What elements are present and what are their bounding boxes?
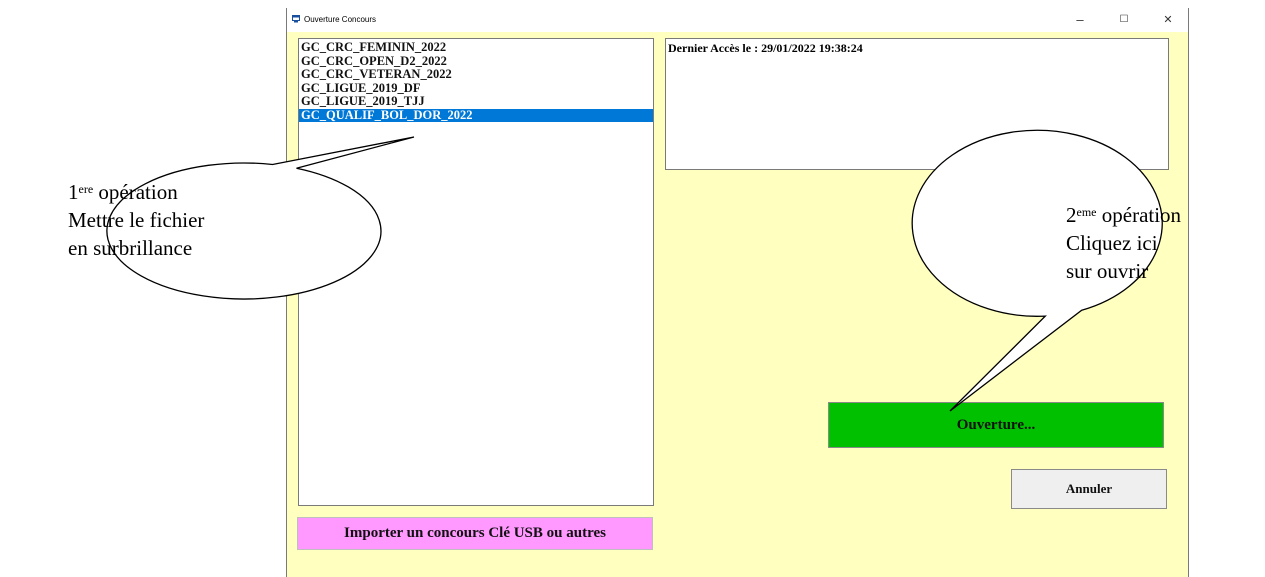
- callout-overlay: [106, 129, 1163, 412]
- callout-2-line3: sur ouvrir: [1066, 259, 1149, 283]
- callout-1-line2: Mettre le fichier: [68, 208, 205, 232]
- callout-text-second: 2eme opération Cliquez ici sur ouvrir: [1066, 201, 1181, 285]
- callout-1-sup: ere: [78, 182, 94, 196]
- callout-1-num: 1: [68, 180, 79, 204]
- callout-2-line2: Cliquez ici: [1066, 231, 1158, 255]
- callout-2-sup: eme: [1076, 205, 1097, 219]
- callout-text-first: 1ere opération Mettre le fichier en surb…: [68, 178, 204, 262]
- callout-1-word: opération: [93, 180, 178, 204]
- callout-1-line3: en surbrillance: [68, 236, 193, 260]
- callout-2-word: opération: [1096, 203, 1182, 227]
- callout-2-num: 2: [1066, 203, 1077, 227]
